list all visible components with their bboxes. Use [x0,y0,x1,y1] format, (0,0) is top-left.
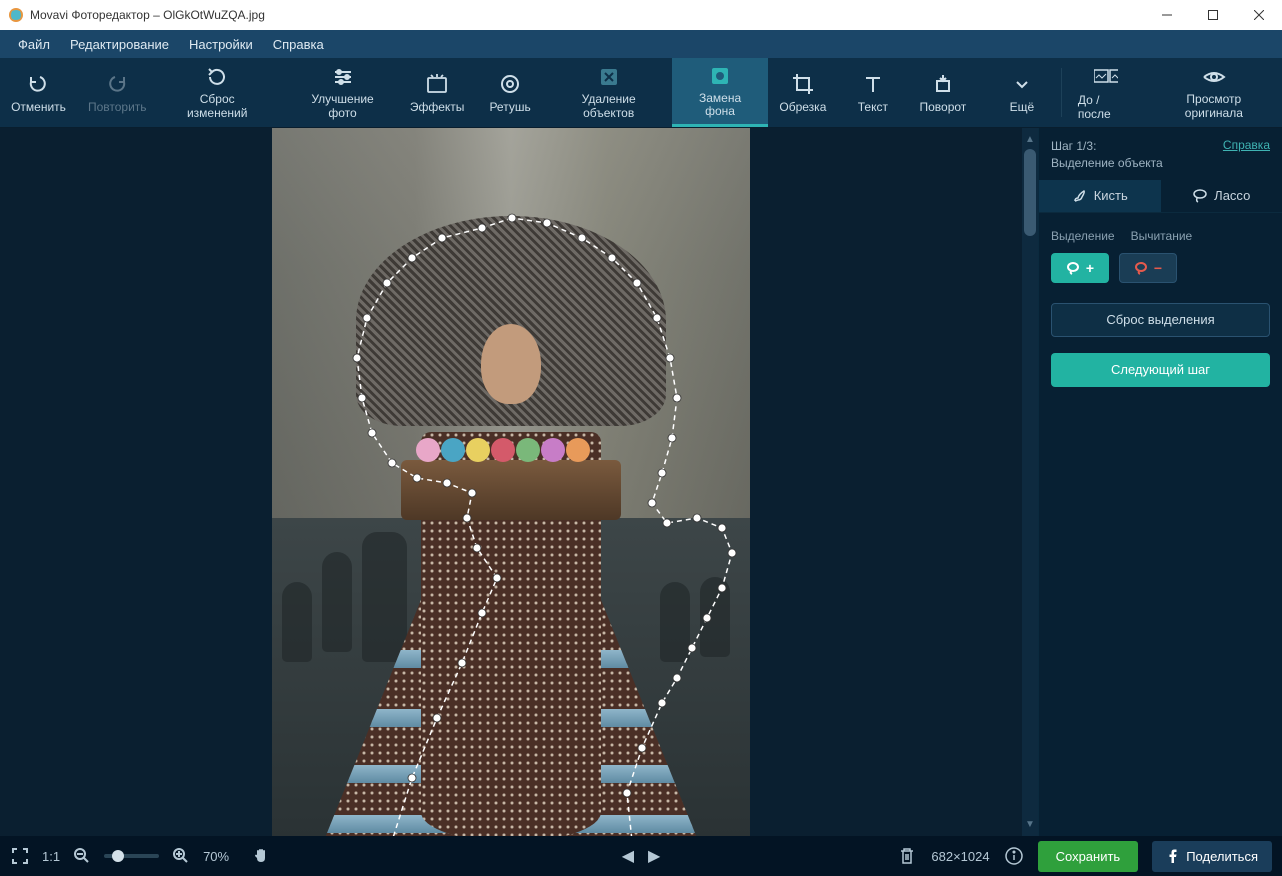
prev-button[interactable]: ◀ [622,846,634,866]
chevron-down-icon [1010,72,1034,96]
selection-add-button[interactable]: + [1051,253,1109,283]
crop-icon [791,72,815,96]
fullscreen-button[interactable] [10,846,30,866]
more-button[interactable]: Ещё [987,72,1057,114]
facebook-icon [1166,849,1180,863]
undo-icon [26,72,50,96]
tab-brush[interactable]: Кисть [1039,180,1161,212]
scroll-down-arrow[interactable]: ▼ [1023,817,1037,832]
window-close-button[interactable] [1236,0,1282,30]
preview-original-button[interactable]: Просмотр оригинала [1146,58,1282,127]
selection-subtract-button[interactable]: − [1119,253,1177,283]
brush-icon [1072,188,1088,204]
canvas-area[interactable] [0,128,1022,836]
lasso-icon [1192,188,1208,204]
info-button[interactable] [1004,846,1024,866]
delete-button[interactable] [897,846,917,866]
step-title: Выделение объекта [1051,155,1163,172]
retouch-button[interactable]: Ретушь [475,58,545,127]
effects-button[interactable]: Эффекты [399,58,475,127]
app-icon [8,7,24,23]
next-button[interactable]: ▶ [648,846,660,866]
remove-objects-button[interactable]: Удаление объектов [545,58,672,127]
vertical-scrollbar[interactable]: ▲ ▼ [1022,128,1038,836]
zoom-slider-thumb[interactable] [112,850,124,862]
redo-button[interactable]: Повторить [77,58,158,127]
panel-help-link[interactable]: Справка [1223,138,1270,172]
zoom-slider[interactable] [104,854,159,858]
share-button[interactable]: Поделиться [1152,841,1272,872]
tab-lasso[interactable]: Лассо [1161,180,1282,212]
background-replace-button[interactable]: Замена фона [672,58,768,127]
rotate-button[interactable]: Поворот [908,58,978,127]
step-indicator: Шаг 1/3: [1051,138,1163,155]
enhance-icon [331,65,355,89]
reset-selection-button[interactable]: Сброс выделения [1051,303,1270,337]
rotate-icon [931,72,955,96]
text-button[interactable]: Текст [838,58,908,127]
window-title: Movavi Фоторедактор – OlGkOtWuZQA.jpg [30,8,265,22]
label-select: Выделение [1051,229,1115,243]
window-maximize-button[interactable] [1190,0,1236,30]
menu-file[interactable]: Файл [8,33,60,56]
retouch-icon [498,72,522,96]
background-replace-icon [708,64,732,88]
window-minimize-button[interactable] [1144,0,1190,30]
right-panel: Шаг 1/3: Выделение объекта Справка Кисть… [1038,128,1282,836]
window-titlebar: Movavi Фоторедактор – OlGkOtWuZQA.jpg [0,0,1282,30]
zoom-ratio[interactable]: 1:1 [42,849,60,864]
save-button[interactable]: Сохранить [1038,841,1139,872]
next-step-button[interactable]: Следующий шаг [1051,353,1270,387]
undo-button[interactable]: Отменить [0,58,77,127]
main-toolbar: Отменить Повторить Сброс изменений Улучш… [0,58,1282,128]
hand-tool-button[interactable] [251,846,271,866]
bottom-bar: 1:1 70% ◀ ▶ 682×1024 Сохранить Поделитьс… [0,836,1282,876]
label-subtract: Вычитание [1131,229,1193,243]
effects-icon [425,72,449,96]
zoom-percent: 70% [203,849,229,864]
before-after-icon [1094,65,1118,89]
reset-button[interactable]: Сброс изменений [158,58,277,127]
eye-icon [1202,65,1226,89]
zoom-out-button[interactable] [72,846,92,866]
reset-icon [205,65,229,89]
before-after-button[interactable]: До / после [1066,58,1146,127]
image-dimensions: 682×1024 [931,849,989,864]
redo-icon [105,72,129,96]
crop-button[interactable]: Обрезка [768,58,838,127]
photo[interactable] [272,128,750,836]
text-icon [861,72,885,96]
menu-edit[interactable]: Редактирование [60,33,179,56]
remove-objects-icon [597,65,621,89]
scrollbar-thumb[interactable] [1024,149,1036,236]
menu-help[interactable]: Справка [263,33,334,56]
enhance-button[interactable]: Улучшение фото [286,58,399,127]
scroll-up-arrow[interactable]: ▲ [1023,132,1037,147]
menu-settings[interactable]: Настройки [179,33,263,56]
zoom-in-button[interactable] [171,846,191,866]
menu-bar: Файл Редактирование Настройки Справка [0,30,1282,58]
